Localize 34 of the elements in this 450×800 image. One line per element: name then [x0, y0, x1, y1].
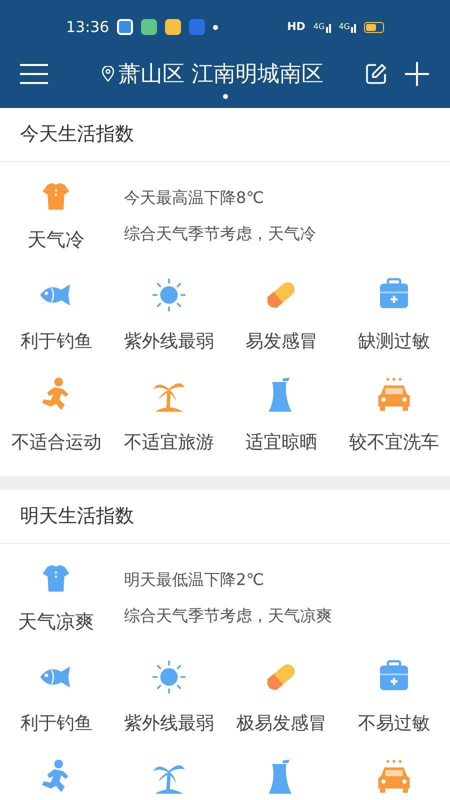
index-label: 紫外线最弱: [124, 330, 214, 354]
index-label: 利于钓鱼: [20, 330, 92, 354]
index-label: 易发感冒: [245, 330, 318, 354]
index-label: 缺测过敏: [358, 330, 430, 354]
add-button[interactable]: [404, 61, 430, 87]
summary-text: 综合天气季节考虑，天气冷: [124, 222, 316, 244]
battery-icon: [364, 22, 384, 32]
app-notification-icon: [189, 19, 206, 35]
index-label: 不易过敏: [358, 712, 430, 736]
status-time: 13:36: [66, 16, 110, 38]
signal-indicator: 4G: [338, 21, 356, 33]
app-notification-icon: [165, 19, 182, 35]
signal-indicator: 4G: [313, 21, 331, 33]
location-title: 萧山区 江南明城南区: [118, 60, 324, 88]
summary-text: 明天最低温下降2℃: [124, 568, 266, 590]
app-notification-icon: [141, 19, 158, 35]
menu-button[interactable]: [20, 64, 48, 84]
summary-text: 综合天气季节考虑，天气凉爽: [124, 604, 332, 626]
summary-label: 天气冷: [28, 228, 84, 252]
index-label: 不适宜旅游: [124, 431, 214, 455]
index-label: 利于钓鱼: [20, 712, 92, 736]
location-pin-icon: [100, 66, 114, 82]
summary-label: 天气凉爽: [18, 610, 94, 634]
index-label: 适宜晾晒: [245, 431, 318, 455]
index-label: 紫外线最弱: [124, 712, 214, 736]
index-label: 极易发感冒: [236, 712, 326, 736]
app-notification-icon: [117, 19, 134, 35]
section-title: 今天生活指数: [20, 123, 134, 145]
edit-button[interactable]: [364, 62, 388, 86]
section-title: 明天生活指数: [20, 505, 134, 527]
index-label: 较不宜洗车: [348, 431, 439, 455]
index-label: 不适合运动: [11, 431, 102, 455]
summary-text: 今天最高温下降8℃: [124, 186, 266, 208]
network-type: HD: [287, 18, 306, 35]
